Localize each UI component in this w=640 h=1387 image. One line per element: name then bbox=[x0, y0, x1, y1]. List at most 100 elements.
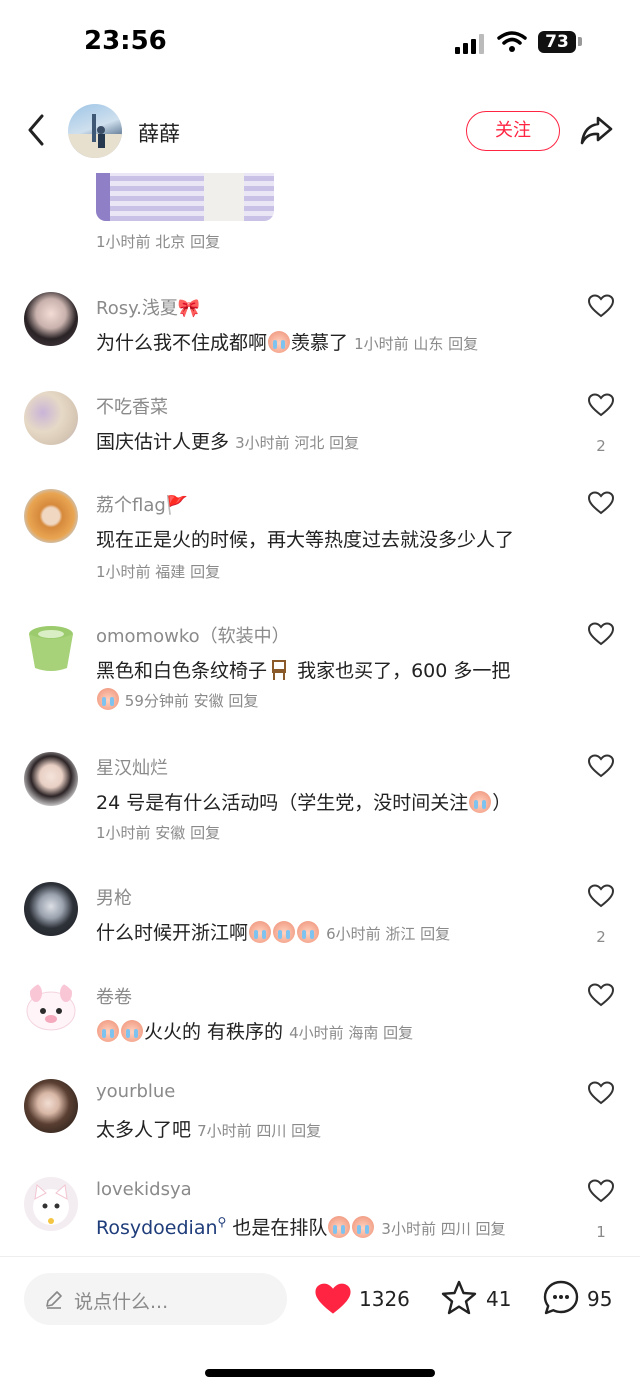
search-icon: ⚲ bbox=[217, 1215, 227, 1229]
comment-count: 95 bbox=[587, 1287, 613, 1311]
pen-icon bbox=[46, 1291, 62, 1309]
avatar[interactable] bbox=[24, 981, 78, 1035]
comment-username[interactable]: 不吃香菜 bbox=[96, 393, 168, 419]
signal-icon bbox=[455, 34, 487, 54]
comment-username[interactable]: Rosy.浅夏🎀 bbox=[96, 294, 200, 320]
crying-emoji-icon bbox=[352, 1216, 375, 1238]
comment-username[interactable]: 男枪 bbox=[96, 884, 132, 910]
comment-meta: 1小时前 安徽 回复 bbox=[96, 824, 221, 842]
comment-text: 为什么我不住成都啊 羡慕了 1小时前 山东 回复 bbox=[96, 328, 478, 355]
comment-text-part: 火火的 有秩序的 bbox=[144, 1021, 284, 1043]
crying-emoji-icon bbox=[268, 331, 291, 353]
crying-emoji-icon bbox=[249, 921, 272, 943]
crying-emoji-icon bbox=[121, 1020, 143, 1042]
comment-meta: 1小时前 福建 回复 bbox=[96, 563, 221, 581]
status-time: 23:56 bbox=[84, 26, 167, 56]
collect-button[interactable]: 41 bbox=[440, 1277, 512, 1321]
avatar[interactable] bbox=[24, 620, 78, 674]
heart-outline-icon[interactable] bbox=[588, 491, 614, 515]
reply-meta: 1小时前 北京 回复 bbox=[96, 233, 221, 251]
comment-username[interactable]: 卷卷 bbox=[96, 983, 132, 1009]
crying-emoji-icon bbox=[97, 1020, 119, 1042]
comment-input-placeholder: 说点什么... bbox=[74, 1291, 169, 1313]
comment-text: 什么时候开浙江啊 6小时前 浙江 回复 bbox=[96, 918, 450, 945]
chat-bubble-icon bbox=[543, 1280, 579, 1315]
comment-username[interactable]: yourblue bbox=[96, 1081, 175, 1102]
like-count: 2 bbox=[596, 928, 606, 946]
like-count: 1326 bbox=[359, 1287, 410, 1311]
comment-meta: 6小时前 浙江 回复 bbox=[326, 925, 451, 943]
avatar[interactable] bbox=[24, 391, 78, 445]
heart-outline-icon[interactable] bbox=[588, 983, 614, 1007]
heart-outline-icon[interactable] bbox=[588, 294, 614, 318]
comment-meta-row: 59分钟前 安徽 回复 bbox=[96, 688, 258, 711]
battery-tip bbox=[578, 37, 582, 46]
comment-username[interactable]: 荔个flag🚩 bbox=[96, 491, 188, 517]
crying-emoji-icon bbox=[328, 1216, 351, 1238]
bottom-action-bar: 说点什么... 1326 41 95 bbox=[0, 1256, 640, 1387]
like-count: 2 bbox=[596, 437, 606, 455]
author-avatar[interactable] bbox=[68, 104, 122, 158]
comment-text-part: ） bbox=[492, 792, 512, 814]
reply-image[interactable] bbox=[96, 173, 274, 221]
comment-text: 国庆估计人更多 3小时前 河北 回复 bbox=[96, 427, 359, 454]
comment-username[interactable]: 星汉灿烂 bbox=[96, 754, 168, 780]
comment-text: Rosydoedian⚲ 也是在排队 3小时前 四川 回复 bbox=[96, 1213, 506, 1240]
note-header: 薛薛 关注 bbox=[0, 100, 640, 162]
comment-text-part: 什么时候开浙江啊 bbox=[96, 922, 249, 944]
comment-meta: 7小时前 四川 回复 bbox=[197, 1122, 322, 1140]
comment-username[interactable]: omomowko（软装中） bbox=[96, 622, 290, 648]
back-icon[interactable] bbox=[20, 110, 54, 150]
comment-text-part: 国庆估计人更多 bbox=[96, 431, 230, 453]
status-bar: 23:56 73 bbox=[0, 0, 640, 88]
like-count: 1 bbox=[596, 1223, 606, 1241]
star-icon bbox=[441, 1280, 477, 1315]
comment-meta: 3小时前 河北 回复 bbox=[235, 434, 360, 452]
heart-filled-icon bbox=[315, 1283, 351, 1314]
comment-text: 火火的 有秩序的 4小时前 海南 回复 bbox=[96, 1017, 413, 1044]
comment-text-part: 也是在排队 bbox=[232, 1217, 328, 1239]
comment-text-part: 黑色和白色条纹椅子 bbox=[96, 660, 268, 682]
comment-text-part: 羡慕了 bbox=[291, 332, 349, 354]
comment-text-part: 我家也买了，600 多一把 bbox=[297, 660, 511, 682]
comment-text-part: 为什么我不住成都啊 bbox=[96, 332, 268, 354]
comment-username[interactable]: lovekidsya bbox=[96, 1179, 192, 1200]
comment-text: 24 号是有什么活动吗（学生党，没时间关注 ） bbox=[96, 788, 511, 815]
comment-text: 太多人了吧 7小时前 四川 回复 bbox=[96, 1115, 321, 1142]
avatar[interactable] bbox=[24, 752, 78, 806]
comment-text: 黑色和白色条纹椅子 我家也买了，600 多一把 bbox=[96, 656, 510, 683]
comment-meta: 4小时前 海南 回复 bbox=[289, 1024, 414, 1042]
heart-outline-icon[interactable] bbox=[588, 393, 614, 417]
comment-button[interactable]: 95 bbox=[542, 1277, 622, 1321]
like-button[interactable]: 1326 bbox=[314, 1277, 414, 1321]
author-name[interactable]: 薛薛 bbox=[138, 118, 180, 148]
comment-text: 现在正是火的时候，再大等热度过去就没多少人了 bbox=[96, 529, 515, 551]
comment-meta: 3小时前 四川 回复 bbox=[381, 1220, 506, 1238]
avatar[interactable] bbox=[24, 1177, 78, 1231]
avatar[interactable] bbox=[24, 1079, 78, 1133]
wifi-icon bbox=[497, 31, 527, 52]
battery-icon: 73 bbox=[538, 31, 576, 53]
heart-outline-icon[interactable] bbox=[588, 1179, 614, 1203]
avatar[interactable] bbox=[24, 292, 78, 346]
follow-button[interactable]: 关注 bbox=[466, 111, 560, 151]
crying-emoji-icon bbox=[297, 921, 320, 943]
collect-count: 41 bbox=[486, 1287, 512, 1311]
comment-text-part: 太多人了吧 bbox=[96, 1119, 192, 1141]
comment-meta: 1小时前 山东 回复 bbox=[354, 335, 479, 353]
heart-outline-icon[interactable] bbox=[588, 622, 614, 646]
heart-outline-icon[interactable] bbox=[588, 754, 614, 778]
home-indicator[interactable] bbox=[205, 1369, 435, 1377]
crying-emoji-icon bbox=[273, 921, 296, 943]
comment-input[interactable]: 说点什么... bbox=[24, 1273, 287, 1325]
heart-outline-icon[interactable] bbox=[588, 1081, 614, 1105]
share-icon[interactable] bbox=[578, 112, 614, 148]
comment-text-part: 24 号是有什么活动吗（学生党，没时间关注 bbox=[96, 792, 469, 814]
heart-outline-icon[interactable] bbox=[588, 884, 614, 908]
avatar[interactable] bbox=[24, 489, 78, 543]
chair-emoji-icon bbox=[268, 659, 291, 681]
mention-link[interactable]: Rosydoedian bbox=[96, 1217, 218, 1239]
crying-emoji-icon bbox=[469, 791, 492, 813]
avatar[interactable] bbox=[24, 882, 78, 936]
comment-meta: 59分钟前 安徽 回复 bbox=[124, 692, 259, 710]
